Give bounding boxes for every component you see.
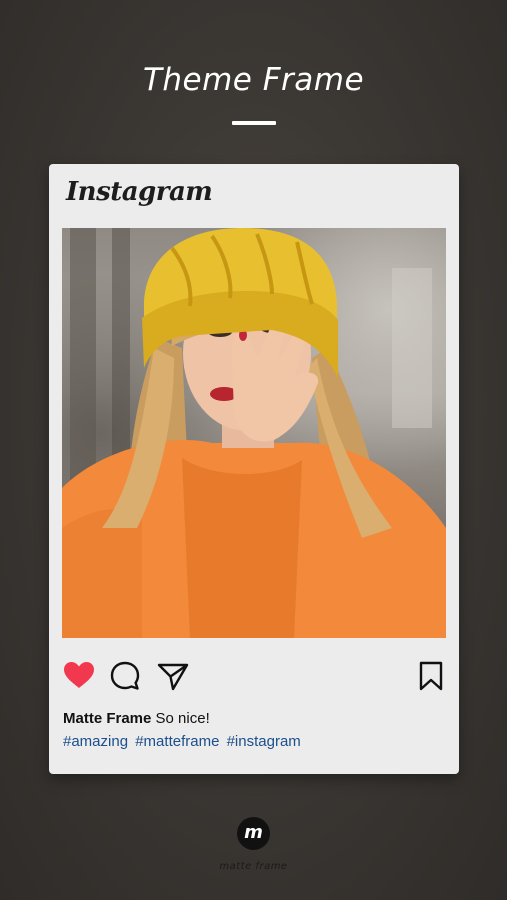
instagram-logo-text: Instagram bbox=[66, 177, 213, 207]
hashtag-list: #amazing #matteframe #instagram bbox=[63, 733, 304, 750]
hashtag-link[interactable]: #amazing bbox=[63, 733, 128, 750]
bookmark-icon[interactable] bbox=[414, 659, 448, 693]
instagram-post-frame: Instagram Matte Frame So nice! #amazing … bbox=[49, 164, 459, 774]
post-actions-bar bbox=[62, 659, 446, 693]
title-underline bbox=[232, 121, 276, 125]
comment-icon[interactable] bbox=[108, 659, 142, 693]
page-title: Theme Frame bbox=[142, 62, 365, 98]
screen: Theme Frame Instagram Matte Frame So nic… bbox=[0, 0, 507, 900]
send-icon[interactable] bbox=[156, 659, 190, 693]
caption-text: So nice! bbox=[155, 710, 210, 727]
caption-username[interactable]: Matte Frame bbox=[63, 710, 151, 727]
footer-brand-text: matte frame bbox=[219, 861, 288, 872]
hashtag-link[interactable]: #instagram bbox=[227, 733, 301, 750]
post-photo[interactable] bbox=[62, 228, 446, 638]
matte-frame-logo: m bbox=[237, 817, 270, 850]
heart-filled-icon[interactable] bbox=[62, 659, 96, 693]
hashtag-link[interactable]: #matteframe bbox=[135, 733, 219, 750]
post-photo-illustration bbox=[62, 228, 446, 638]
post-caption: Matte Frame So nice! bbox=[63, 710, 210, 727]
